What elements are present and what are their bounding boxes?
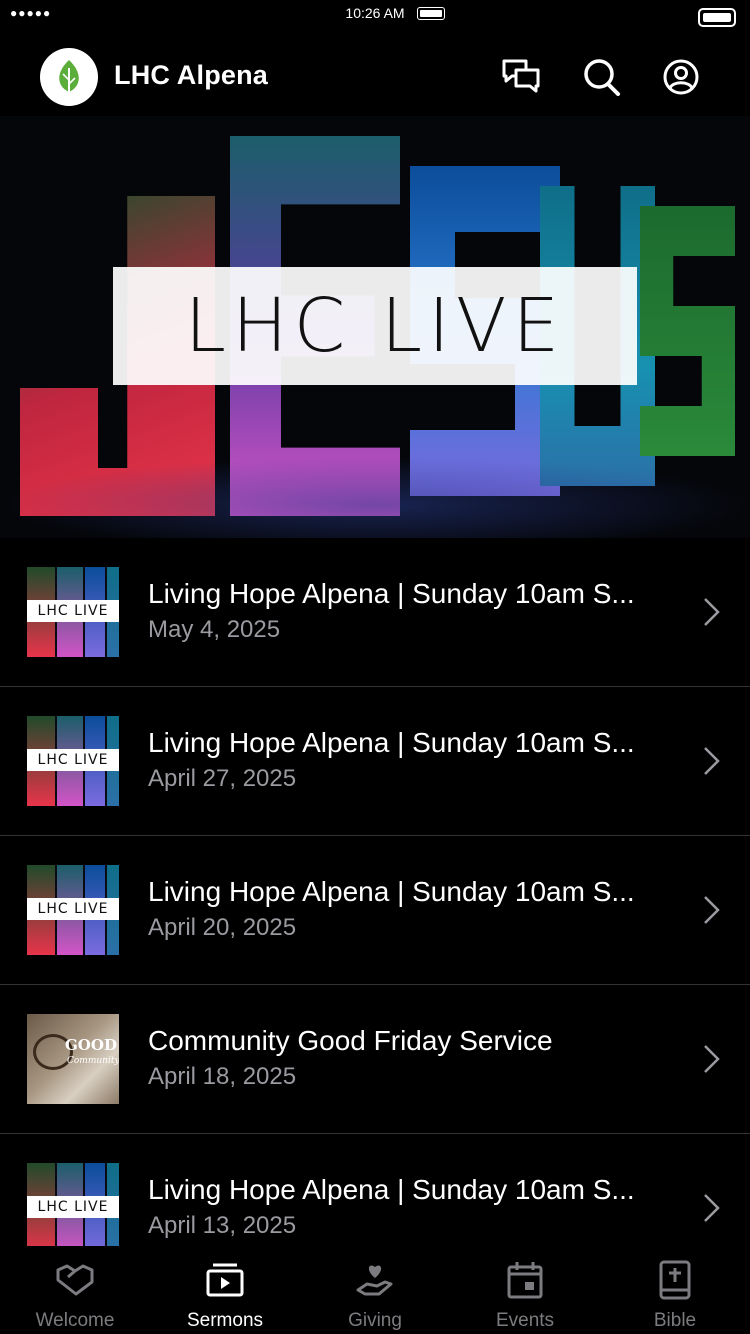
leaf-icon: [59, 60, 79, 94]
thumbnail-label: GOOD FR: [65, 1036, 119, 1054]
hero-banner-text: LHC LIVE: [184, 283, 566, 369]
tab-label: Sermons: [186, 1310, 264, 1331]
play-icon: [206, 1263, 244, 1297]
thumbnail-label: LHC LIVE: [27, 898, 119, 920]
tab-welcome[interactable]: Welcome: [0, 1246, 150, 1334]
tab-events[interactable]: Events: [450, 1246, 600, 1334]
thumbnail-sublabel: Community W: [67, 1056, 119, 1066]
sermon-title: Living Hope Alpena | Sunday 10am S...: [148, 578, 635, 609]
hero-banner: LHC LIVE: [113, 267, 637, 385]
sermon-item[interactable]: LHC LIVE Living Hope Alpena | Sunday 10a…: [0, 836, 750, 985]
sermon-title: Living Hope Alpena | Sunday 10am S...: [148, 727, 635, 758]
tab-bible[interactable]: Bible: [600, 1246, 750, 1334]
church-logo[interactable]: [40, 48, 98, 106]
thumbnail-label: LHC LIVE: [27, 600, 119, 622]
status-bar: ●●●●● 10:26 AM: [0, 0, 750, 36]
sermon-thumbnail: GOOD FR Community W: [27, 1014, 119, 1104]
app-title: LHC Alpena: [114, 60, 269, 90]
tab-label: Giving: [348, 1310, 402, 1331]
sermon-date: April 18, 2025: [148, 1063, 297, 1090]
hero-floor-glow: [0, 456, 750, 538]
hero-image[interactable]: LHC LIVE: [0, 116, 750, 538]
sermon-thumbnail: LHC LIVE: [27, 716, 119, 806]
thumbnail-label: LHC LIVE: [27, 1196, 119, 1218]
tab-label: Bible: [653, 1310, 697, 1331]
battery-icon: [417, 7, 445, 20]
sermon-date: April 27, 2025: [148, 765, 297, 792]
sermon-item[interactable]: LHC LIVE Living Hope Alpena | Sunday 10a…: [0, 538, 750, 687]
sermon-list: LHC LIVE Living Hope Alpena | Sunday 10a…: [0, 538, 750, 1283]
calendar-icon: [507, 1262, 543, 1299]
chevron-right-icon: [704, 1194, 720, 1222]
sermon-item[interactable]: GOOD FR Community W Community Good Frida…: [0, 985, 750, 1134]
giving-icon: [356, 1265, 393, 1296]
sermon-title: Living Hope Alpena | Sunday 10am S...: [148, 1174, 635, 1205]
sermon-date: April 13, 2025: [148, 1212, 297, 1239]
sermon-date: April 20, 2025: [148, 914, 297, 941]
thumbnail-label: LHC LIVE: [27, 749, 119, 771]
bible-icon: [659, 1260, 691, 1300]
status-time: 10:26 AM: [345, 5, 405, 21]
hero-letter-s2: [640, 206, 735, 456]
sermon-title: Community Good Friday Service: [148, 1025, 553, 1056]
chat-icon[interactable]: [501, 58, 541, 96]
sermon-thumbnail: LHC LIVE: [27, 1163, 119, 1253]
chevron-right-icon: [704, 1045, 720, 1073]
sermon-thumbnail: LHC LIVE: [27, 865, 119, 955]
search-icon[interactable]: [582, 58, 622, 96]
app-header: LHC Alpena: [0, 44, 750, 110]
sermon-date: May 4, 2025: [148, 616, 281, 643]
chevron-right-icon: [704, 896, 720, 924]
battery-icon: [698, 8, 736, 27]
handshake-icon: [56, 1264, 94, 1296]
tab-label: Welcome: [35, 1310, 115, 1331]
tab-bar: Welcome Sermons Giving Events Bible: [0, 1246, 750, 1334]
sermon-thumbnail: LHC LIVE: [27, 567, 119, 657]
sermon-item[interactable]: LHC LIVE Living Hope Alpena | Sunday 10a…: [0, 687, 750, 836]
tab-sermons[interactable]: Sermons: [150, 1246, 300, 1334]
tab-label: Events: [495, 1310, 555, 1331]
profile-icon[interactable]: [661, 58, 701, 96]
tab-giving[interactable]: Giving: [300, 1246, 450, 1334]
chevron-right-icon: [704, 747, 720, 775]
sermon-title: Living Hope Alpena | Sunday 10am S...: [148, 876, 635, 907]
chevron-right-icon: [704, 598, 720, 626]
